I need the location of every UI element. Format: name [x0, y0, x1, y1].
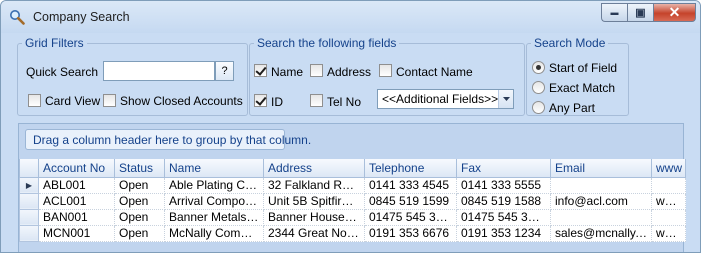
cell-www[interactable]: www.m — [651, 225, 686, 242]
row-indicator[interactable] — [19, 208, 39, 226]
cell-name[interactable]: Able Plating Co. ... — [164, 177, 264, 194]
row-indicator-header — [19, 159, 39, 178]
start-of-field-label: Start of Field — [549, 61, 618, 75]
table-row[interactable]: BAN001 Open Banner Metals Ltd Banner Hou… — [19, 208, 686, 226]
cell-account-no[interactable]: BAN001 — [38, 209, 115, 226]
grid-filters-legend: Grid Filters — [25, 36, 84, 50]
start-of-field-radio[interactable] — [532, 61, 545, 74]
column-header-name[interactable]: Name — [164, 159, 264, 178]
cell-name[interactable]: Banner Metals Ltd — [164, 209, 264, 226]
any-part-label: Any Part — [549, 101, 596, 115]
cell-status[interactable]: Open — [114, 177, 165, 194]
exact-match-radio[interactable] — [532, 81, 545, 94]
exact-match-label: Exact Match — [549, 81, 616, 95]
column-header-email[interactable]: Email — [550, 159, 652, 178]
address-field-label: Address — [327, 65, 372, 79]
cell-address[interactable]: 2344 Great Nort... — [263, 225, 365, 242]
cell-name[interactable]: McNally Comput... — [164, 225, 264, 242]
show-closed-accounts-checkbox[interactable] — [103, 94, 116, 107]
cell-fax[interactable]: 0191 353 1234 — [456, 225, 551, 242]
column-header-address[interactable]: Address — [263, 159, 365, 178]
card-view-label: Card View — [45, 94, 101, 108]
maximize-icon: ▣ — [635, 7, 646, 19]
table-row[interactable]: ▶ ABL001 Open Able Plating Co. ... 32 Fa… — [19, 176, 686, 194]
column-header-www[interactable]: www — [651, 159, 686, 178]
magnifier-icon — [10, 10, 25, 25]
cell-address[interactable]: 32 Falkland Roa... — [263, 177, 365, 194]
cell-address[interactable]: Unit 5B Spitfire ... — [263, 193, 365, 210]
minimize-button[interactable]: ▬ — [601, 3, 627, 22]
search-fields-legend: Search the following fields — [257, 36, 397, 50]
cell-www[interactable]: www.a — [651, 193, 686, 210]
any-part-radio[interactable] — [532, 101, 545, 114]
cell-account-no[interactable]: ACL001 — [38, 193, 115, 210]
card-view-checkbox[interactable] — [28, 94, 41, 107]
window-title: Company Search — [33, 10, 130, 24]
row-indicator[interactable] — [19, 192, 39, 210]
group-by-panel[interactable]: Drag a column header here to group by th… — [25, 129, 311, 150]
cell-name[interactable]: Arrival Compone... — [164, 193, 264, 210]
contact-name-field-label: Contact Name — [396, 65, 473, 79]
cell-status[interactable]: Open — [114, 225, 165, 242]
cell-telephone[interactable]: 01475 545 3333 — [364, 209, 457, 226]
name-checkbox[interactable] — [254, 64, 267, 77]
table-row[interactable]: ACL001 Open Arrival Compone... Unit 5B S… — [19, 192, 686, 210]
cell-fax[interactable]: 01475 545 3344 — [456, 209, 551, 226]
additional-fields-value: <<Additional Fields>> — [382, 92, 499, 106]
additional-fields-dropdown[interactable]: <<Additional Fields>> — [377, 89, 514, 109]
show-closed-accounts-label: Show Closed Accounts — [120, 94, 243, 108]
maximize-button[interactable]: ▣ — [627, 3, 653, 22]
title-bar[interactable]: Company Search ▬ ▣ ✕ — [1, 1, 700, 33]
company-search-window: Company Search ▬ ▣ ✕ Grid Filters Quick … — [0, 0, 701, 253]
contact-name-checkbox[interactable] — [379, 64, 392, 77]
cell-telephone[interactable]: 0845 519 1599 — [364, 193, 457, 210]
id-checkbox[interactable] — [254, 94, 267, 107]
cell-status[interactable]: Open — [114, 209, 165, 226]
close-icon: ✕ — [668, 4, 681, 20]
minimize-icon: ▬ — [610, 8, 619, 17]
column-header-status[interactable]: Status — [114, 159, 165, 178]
column-header-account-no[interactable]: Account No — [38, 159, 115, 178]
search-mode-legend: Search Mode — [534, 36, 606, 50]
quick-search-label: Quick Search — [26, 65, 99, 79]
client-area: Grid Filters Quick Search ? Card View Sh… — [8, 33, 694, 252]
dropdown-arrow-icon[interactable] — [498, 90, 513, 108]
column-header-fax[interactable]: Fax — [456, 159, 551, 178]
tel-no-field-label: Tel No — [327, 95, 362, 109]
address-checkbox[interactable] — [310, 64, 323, 77]
cell-status[interactable]: Open — [114, 193, 165, 210]
row-indicator[interactable] — [19, 224, 39, 242]
row-indicator-icon[interactable]: ▶ — [19, 176, 39, 194]
cell-email[interactable]: sales@mcnally.c... — [550, 225, 652, 242]
cell-www[interactable] — [651, 209, 686, 226]
cell-account-no[interactable]: ABL001 — [38, 177, 115, 194]
id-field-label: ID — [271, 95, 283, 109]
results-table: Account No Status Name Address Telephone… — [19, 159, 686, 242]
cell-fax[interactable]: 0141 333 5555 — [456, 177, 551, 194]
cell-telephone[interactable]: 0141 333 4545 — [364, 177, 457, 194]
cell-email[interactable] — [550, 209, 652, 226]
cell-account-no[interactable]: MCN001 — [38, 225, 115, 242]
quick-search-help-button[interactable]: ? — [215, 61, 234, 81]
cell-www[interactable] — [651, 177, 686, 194]
tel-no-checkbox[interactable] — [310, 94, 323, 107]
quick-search-input[interactable] — [103, 61, 215, 81]
name-field-label: Name — [271, 65, 304, 79]
close-button[interactable]: ✕ — [653, 3, 696, 22]
column-header-row: Account No Status Name Address Telephone… — [19, 159, 686, 178]
results-grid: Drag a column header here to group by th… — [18, 123, 686, 252]
column-header-telephone[interactable]: Telephone — [364, 159, 457, 178]
table-row[interactable]: MCN001 Open McNally Comput... 2344 Great… — [19, 224, 686, 242]
cell-fax[interactable]: 0845 519 1588 — [456, 193, 551, 210]
window-controls: ▬ ▣ ✕ — [601, 3, 696, 22]
cell-email[interactable] — [550, 177, 652, 194]
cell-address[interactable]: Banner House Q... — [263, 209, 365, 226]
cell-telephone[interactable]: 0191 353 6676 — [364, 225, 457, 242]
cell-email[interactable]: info@acl.com — [550, 193, 652, 210]
